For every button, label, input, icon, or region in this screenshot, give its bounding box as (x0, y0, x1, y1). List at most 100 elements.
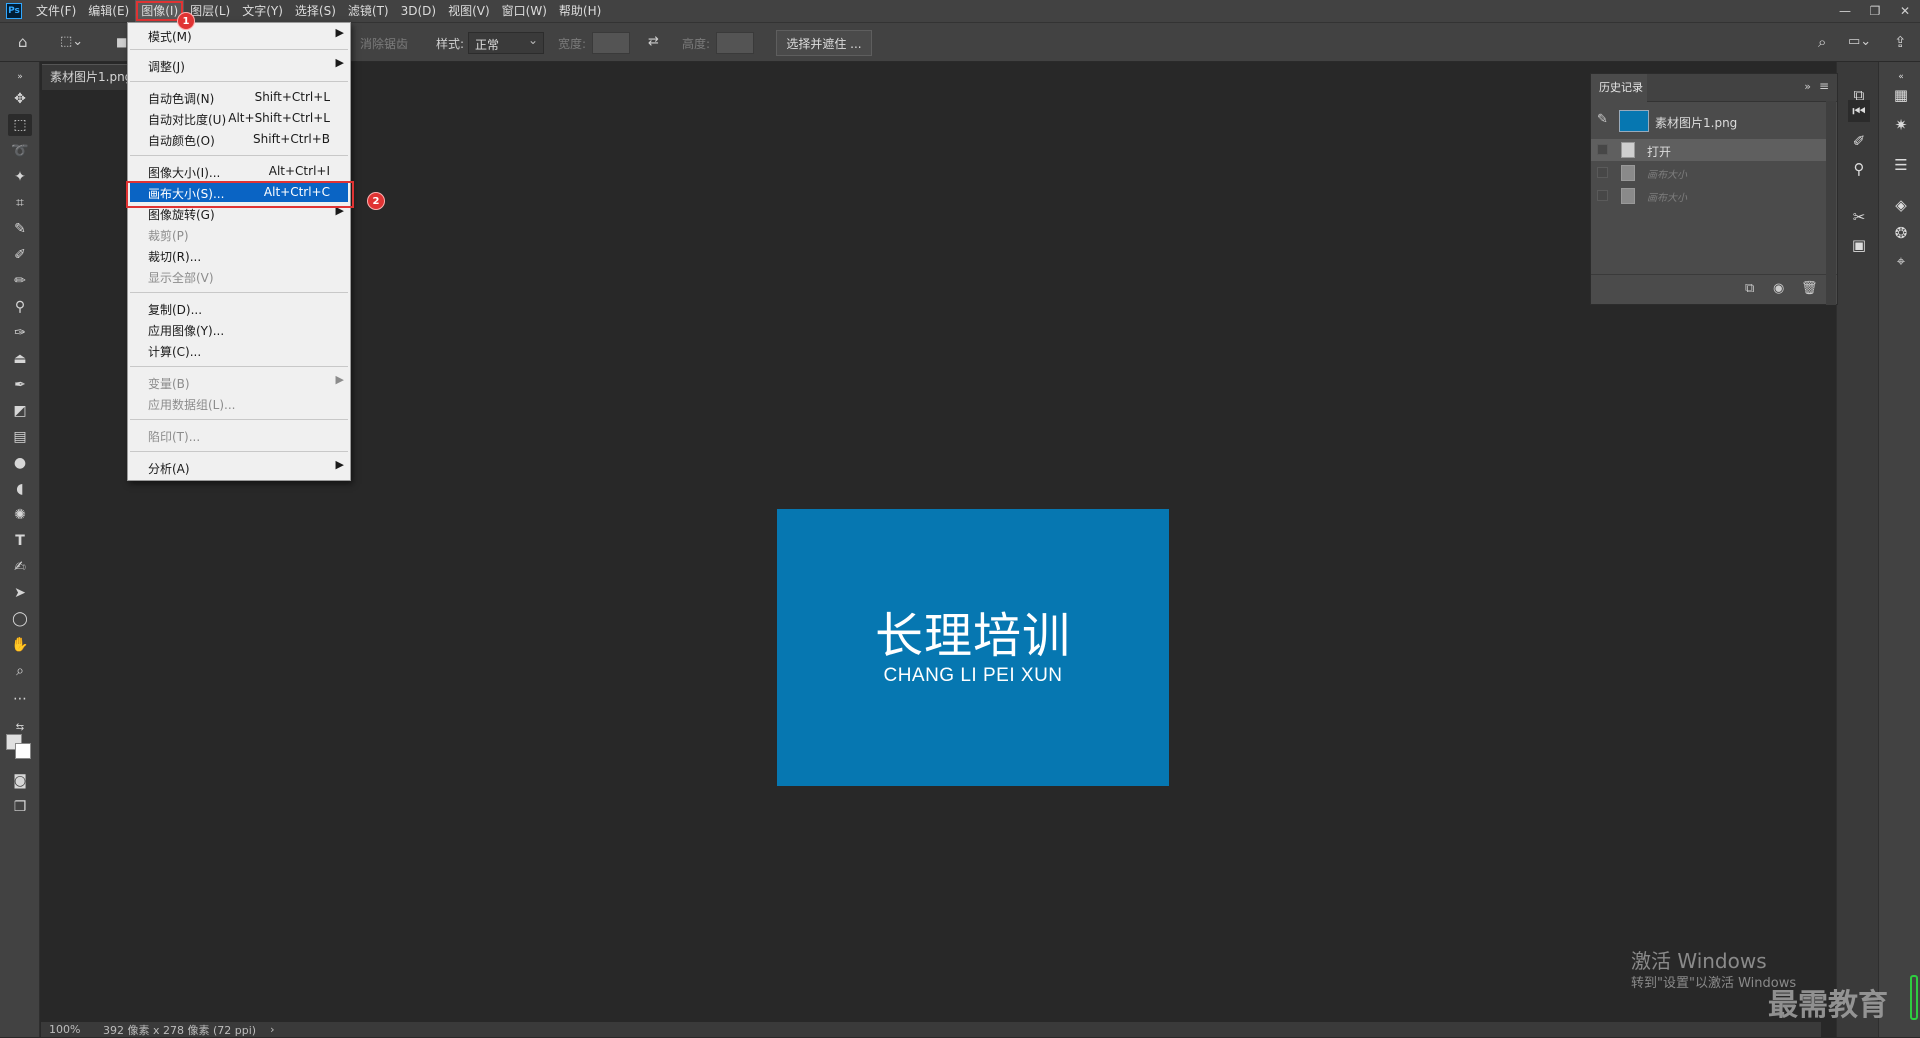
art-history-brush-icon[interactable]: ✒ (8, 374, 32, 396)
history-step-checkbox[interactable] (1597, 190, 1608, 201)
magic-wand-tool-icon[interactable]: ✦ (8, 166, 32, 188)
history-step[interactable]: 画布大小 (1591, 162, 1827, 184)
tool-presets-icon[interactable]: ✂ (1848, 206, 1870, 228)
close-icon[interactable]: ✕ (1890, 0, 1920, 22)
history-panel-icon-active[interactable]: ⏮ (1848, 100, 1870, 122)
menu-help[interactable]: 帮助(H) (553, 0, 607, 22)
eraser-tool-icon[interactable]: ◩ (8, 400, 32, 422)
background-color-swatch[interactable] (15, 743, 31, 759)
more-tools-icon[interactable]: ⋯ (8, 688, 32, 710)
menu-item-adjustments[interactable]: 调整(J) ▶ (128, 55, 350, 75)
rect-marquee-tool-icon[interactable]: ⬚ (8, 114, 32, 136)
marquee-preset-icon[interactable]: ⬚⌄ (60, 33, 83, 51)
menu-edit[interactable]: 编辑(E) (82, 0, 135, 22)
history-brush-tool-icon[interactable]: ✑ (8, 322, 32, 344)
history-step-checkbox[interactable] (1597, 167, 1608, 178)
properties-icon[interactable]: ☰ (1890, 154, 1912, 176)
menu-3d[interactable]: 3D(D) (395, 0, 442, 22)
height-field[interactable] (716, 32, 754, 54)
panel-menu-icon[interactable]: ≡ (1819, 79, 1829, 93)
collapse-icon[interactable]: » (8, 66, 32, 88)
history-brush-source-icon[interactable]: ✎ (1597, 112, 1608, 127)
menu-item-analysis[interactable]: 分析(A) ▶ (128, 457, 350, 477)
menu-item-auto-contrast[interactable]: 自动对比度(U) Alt+Shift+Ctrl+L (128, 108, 350, 128)
brush-settings-icon[interactable]: ✐ (1848, 130, 1870, 152)
healing-brush-tool-icon[interactable]: ✐ (8, 244, 32, 266)
screen-mode-icon[interactable]: ❐ (8, 796, 32, 818)
menu-item-auto-tone[interactable]: 自动色调(N) Shift+Ctrl+L (128, 87, 350, 107)
stamp-tool-icon[interactable]: ⏏ (8, 348, 32, 370)
swap-icon[interactable]: ⇄ (648, 33, 659, 51)
menu-item-duplicate[interactable]: 复制(D)... (128, 298, 350, 318)
menu-item-mode[interactable]: 模式(M) ▶ (128, 25, 350, 45)
menu-item-image-size[interactable]: 图像大小(I)... Alt+Ctrl+I (128, 161, 350, 181)
ellipse-tool-icon[interactable]: ◯ (8, 608, 32, 630)
new-document-from-state-icon[interactable]: ⧉ (1745, 281, 1754, 296)
minimize-icon[interactable]: — (1830, 0, 1860, 22)
menu-window[interactable]: 窗口(W) (496, 0, 553, 22)
sponge-tool-icon[interactable]: ✺ (8, 504, 32, 526)
menu-type[interactable]: 文字(Y) (236, 0, 289, 22)
path-select-tool-icon[interactable]: ➤ (8, 582, 32, 604)
blur-tool-icon[interactable]: ● (8, 452, 32, 474)
menu-filter[interactable]: 滤镜(T) (342, 0, 395, 22)
pen-tool-icon[interactable]: ✍ (8, 556, 32, 578)
share-icon[interactable]: ⇪ (1894, 33, 1907, 51)
info-panel-icon[interactable]: ▣ (1848, 234, 1870, 256)
menu-item-trim[interactable]: 裁切(R)... (128, 245, 350, 265)
gradient-tool-icon[interactable]: ▤ (8, 426, 32, 448)
menu-item-apply-image[interactable]: 应用图像(Y)... (128, 319, 350, 339)
menu-item-calculations[interactable]: 计算(C)... (128, 340, 350, 360)
quick-mask-icon[interactable]: ◙ (8, 770, 32, 792)
photoshop-logo: Ps (6, 3, 22, 19)
history-step[interactable]: 画布大小 (1591, 185, 1827, 207)
status-arrow-icon[interactable]: › (270, 1023, 274, 1036)
zoom-tool-icon[interactable]: ⌕ (8, 660, 32, 682)
menu-item-auto-color[interactable]: 自动颜色(O) Shift+Ctrl+B (128, 129, 350, 149)
workspace-icon[interactable]: ▭⌄ (1848, 33, 1871, 51)
move-tool-icon[interactable]: ✥ (8, 88, 32, 110)
hand-tool-icon[interactable]: ✋ (8, 634, 32, 656)
dodge-tool-icon[interactable]: ◖ (8, 478, 32, 500)
menu-item-reveal-all[interactable]: 显示全部(V) (128, 266, 350, 286)
menu-item-trap[interactable]: 陷印(T)... (128, 425, 350, 445)
menu-item-variables[interactable]: 变量(B) ▶ (128, 372, 350, 392)
zoom-level[interactable]: 100% (49, 1023, 99, 1036)
selection-mode-icon[interactable]: ■ (116, 33, 127, 51)
menu-item-apply-data-set[interactable]: 应用数据组(L)... (128, 393, 350, 413)
tab-history[interactable]: 历史记录 (1591, 74, 1647, 102)
menu-select[interactable]: 选择(S) (289, 0, 342, 22)
adjustments-icon[interactable]: ✷ (1890, 114, 1912, 136)
width-field[interactable] (592, 32, 630, 54)
history-scrollbar[interactable] (1826, 101, 1836, 305)
clone-stamp-tool-icon[interactable]: ⚲ (8, 296, 32, 318)
menu-view[interactable]: 视图(V) (442, 0, 496, 22)
history-step[interactable]: 打开 (1591, 139, 1827, 161)
menu-item-crop[interactable]: 裁剪(P) (128, 224, 350, 244)
layers-icon[interactable]: ◈ (1890, 194, 1912, 216)
style-select[interactable]: 正常 (468, 32, 544, 54)
history-step-checkbox[interactable] (1597, 144, 1608, 155)
clone-source-icon[interactable]: ⚲ (1848, 158, 1870, 180)
menu-item-label: 自动色调(N) (148, 92, 215, 106)
camera-icon[interactable]: ◉ (1773, 281, 1784, 296)
home-icon[interactable]: ⌂ (18, 33, 28, 51)
type-tool-icon[interactable]: T (8, 530, 32, 552)
paths-icon[interactable]: ⌖ (1890, 250, 1912, 272)
lasso-tool-icon[interactable]: ➰ (8, 140, 32, 162)
select-and-mask-button[interactable]: 选择并遮住 ... (776, 30, 872, 56)
history-panel-header: 历史记录 » ≡ (1591, 74, 1837, 102)
panel-collapse-icon[interactable]: » (1804, 80, 1811, 93)
trash-icon[interactable]: 🗑 (1801, 281, 1818, 296)
crop-tool-icon[interactable]: ⌗ (8, 192, 32, 214)
eyedropper-tool-icon[interactable]: ✎ (8, 218, 32, 240)
menu-file[interactable]: 文件(F) (30, 0, 82, 22)
channels-icon[interactable]: ❂ (1890, 222, 1912, 244)
swatches-icon[interactable]: ▦ (1890, 84, 1912, 106)
submenu-arrow-icon: ▶ (335, 458, 344, 471)
history-snapshot[interactable]: ✎ 素材图片1.png (1591, 106, 1827, 136)
restore-icon[interactable]: ❐ (1860, 0, 1890, 22)
search-icon[interactable]: ⌕ (1818, 33, 1826, 51)
brush-tool-icon[interactable]: ✏ (8, 270, 32, 292)
document-tab[interactable]: 素材图片1.png (42, 64, 128, 90)
